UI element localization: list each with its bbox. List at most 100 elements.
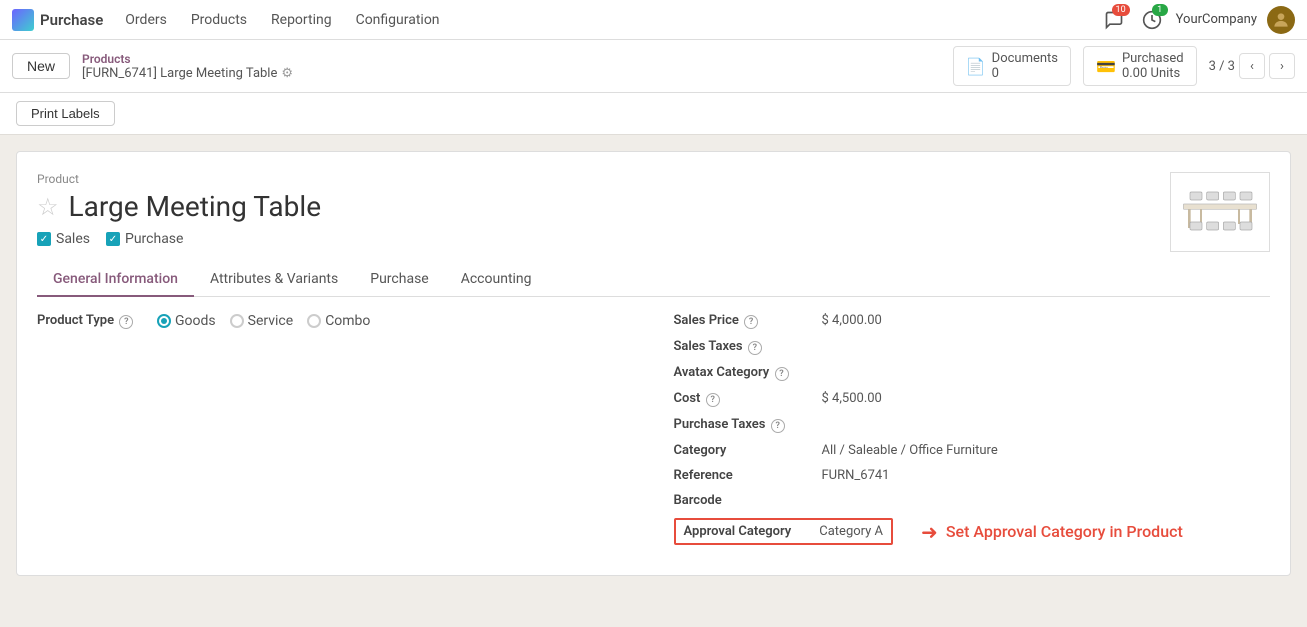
cost-row: Cost ? $ 4,500.00 — [674, 391, 1271, 407]
tabs: General Information Attributes & Variant… — [37, 263, 1270, 297]
reference-value[interactable]: FURN_6741 — [822, 468, 890, 483]
approval-category-highlight: Approval Category Category A — [674, 518, 894, 545]
tab-general-information[interactable]: General Information — [37, 263, 194, 297]
next-page-button[interactable]: › — [1269, 53, 1295, 79]
sales-taxes-label: Sales Taxes ? — [674, 339, 814, 355]
print-labels-button[interactable]: Print Labels — [16, 101, 115, 126]
user-avatar[interactable] — [1267, 6, 1295, 34]
combo-label: Combo — [325, 313, 370, 329]
service-label: Service — [248, 313, 294, 329]
approval-category-row: Approval Category Category A ➜ Set Appro… — [674, 518, 1271, 545]
nav-orders[interactable]: Orders — [115, 8, 177, 32]
logo-icon — [12, 9, 34, 31]
avatax-help-icon[interactable]: ? — [775, 367, 789, 381]
content-grid: Product Type ? Goods Service — [37, 313, 1270, 555]
action-bar: Print Labels — [0, 93, 1307, 135]
nav-items: Orders Products Reporting Configuration — [115, 8, 1099, 32]
breadcrumb: Products [FURN_6741] Large Meeting Table… — [82, 52, 293, 81]
combo-radio[interactable] — [307, 314, 321, 328]
purchase-check[interactable]: Purchase — [106, 231, 183, 247]
documents-icon: 📄 — [966, 57, 986, 76]
right-column: Sales Price ? $ 4,000.00 Sales Taxes ? A… — [654, 313, 1271, 555]
nav-products[interactable]: Products — [181, 8, 257, 32]
new-button[interactable]: New — [12, 53, 70, 79]
logo[interactable]: Purchase — [12, 9, 103, 31]
product-label: Product — [37, 172, 1270, 186]
tab-purchase[interactable]: Purchase — [354, 263, 444, 297]
company-name[interactable]: YourCompany — [1176, 12, 1257, 27]
cost-label: Cost ? — [674, 391, 814, 407]
nav-reporting[interactable]: Reporting — [261, 8, 342, 32]
goods-option[interactable]: Goods — [157, 313, 216, 329]
purchased-icon: 💳 — [1096, 57, 1116, 76]
cost-help-icon[interactable]: ? — [706, 393, 720, 407]
category-value[interactable]: All / Saleable / Office Furniture — [822, 443, 998, 458]
pagination-text: 3 / 3 — [1209, 59, 1235, 74]
sales-taxes-help-icon[interactable]: ? — [748, 341, 762, 355]
breadcrumb-right: 📄 Documents 0 💳 Purchased 0.00 Units 3 /… — [953, 46, 1295, 86]
breadcrumb-bar: New Products [FURN_6741] Large Meeting T… — [0, 40, 1307, 93]
breadcrumb-current-text: [FURN_6741] Large Meeting Table — [82, 66, 277, 81]
sales-price-help-icon[interactable]: ? — [744, 315, 758, 329]
product-title: Large Meeting Table — [69, 190, 322, 223]
favorite-icon[interactable]: ☆ — [37, 193, 59, 221]
barcode-label: Barcode — [674, 493, 814, 508]
documents-label: Documents 0 — [992, 51, 1058, 81]
chat-icon-btn[interactable]: 10 — [1100, 6, 1128, 34]
nav-configuration[interactable]: Configuration — [346, 8, 450, 32]
product-type-row: Product Type ? Goods Service — [37, 313, 614, 329]
left-column: Product Type ? Goods Service — [37, 313, 654, 555]
breadcrumb-parent-link[interactable]: Products — [82, 52, 293, 66]
purchase-checkbox[interactable] — [106, 232, 120, 246]
tab-attributes-variants[interactable]: Attributes & Variants — [194, 263, 354, 297]
purchased-value: 0.00 Units — [1122, 66, 1184, 81]
category-label: Category — [674, 443, 814, 458]
tab-accounting[interactable]: Accounting — [445, 263, 548, 297]
approval-category-value[interactable]: Category A — [819, 524, 883, 539]
purchase-taxes-label: Purchase Taxes ? — [674, 417, 814, 433]
avatax-row: Avatax Category ? — [674, 365, 1271, 381]
product-type-options: Goods Service Combo — [157, 313, 370, 329]
purchase-label: Purchase — [125, 231, 183, 247]
sales-checkbox[interactable] — [37, 232, 51, 246]
chat-badge: 10 — [1112, 4, 1130, 16]
gear-icon[interactable]: ⚙ — [281, 66, 293, 81]
product-card: Product ☆ Large Meeting Table Sales Purc… — [16, 151, 1291, 576]
sales-label: Sales — [56, 231, 90, 247]
product-type-label: Product Type ? — [37, 313, 147, 329]
annotation-text: Set Approval Category in Product — [946, 522, 1183, 541]
sales-check[interactable]: Sales — [37, 231, 90, 247]
red-arrow-icon: ➜ — [921, 520, 938, 544]
sales-price-label: Sales Price ? — [674, 313, 814, 329]
purchased-label-main: Purchased — [1122, 51, 1184, 66]
top-nav-right: 10 1 YourCompany — [1100, 6, 1295, 34]
documents-count: 0 — [992, 66, 1058, 81]
documents-button[interactable]: 📄 Documents 0 — [953, 46, 1071, 86]
reference-row: Reference FURN_6741 — [674, 468, 1271, 483]
timer-icon-btn[interactable]: 1 — [1138, 6, 1166, 34]
breadcrumb-current: [FURN_6741] Large Meeting Table ⚙ — [82, 66, 293, 81]
approval-category-label: Approval Category — [684, 524, 792, 539]
main-content: Product ☆ Large Meeting Table Sales Purc… — [0, 135, 1307, 592]
app-title: Purchase — [40, 11, 103, 29]
category-row: Category All / Saleable / Office Furnitu… — [674, 443, 1271, 458]
sales-price-value[interactable]: $ 4,000.00 — [822, 313, 882, 328]
purchase-taxes-help-icon[interactable]: ? — [771, 419, 785, 433]
combo-option[interactable]: Combo — [307, 313, 370, 329]
barcode-row: Barcode — [674, 493, 1271, 508]
sales-price-row: Sales Price ? $ 4,000.00 — [674, 313, 1271, 329]
product-image[interactable] — [1170, 172, 1270, 252]
prev-page-button[interactable]: ‹ — [1239, 53, 1265, 79]
goods-radio[interactable] — [157, 314, 171, 328]
product-checks: Sales Purchase — [37, 231, 1270, 247]
service-radio[interactable] — [230, 314, 244, 328]
product-type-help-icon[interactable]: ? — [119, 315, 133, 329]
purchased-button[interactable]: 💳 Purchased 0.00 Units — [1083, 46, 1197, 86]
product-title-row: ☆ Large Meeting Table — [37, 190, 1270, 223]
service-option[interactable]: Service — [230, 313, 294, 329]
cost-value[interactable]: $ 4,500.00 — [822, 391, 882, 406]
documents-label-main: Documents — [992, 51, 1058, 66]
avatax-label: Avatax Category ? — [674, 365, 814, 381]
sales-taxes-row: Sales Taxes ? — [674, 339, 1271, 355]
reference-label: Reference — [674, 468, 814, 483]
